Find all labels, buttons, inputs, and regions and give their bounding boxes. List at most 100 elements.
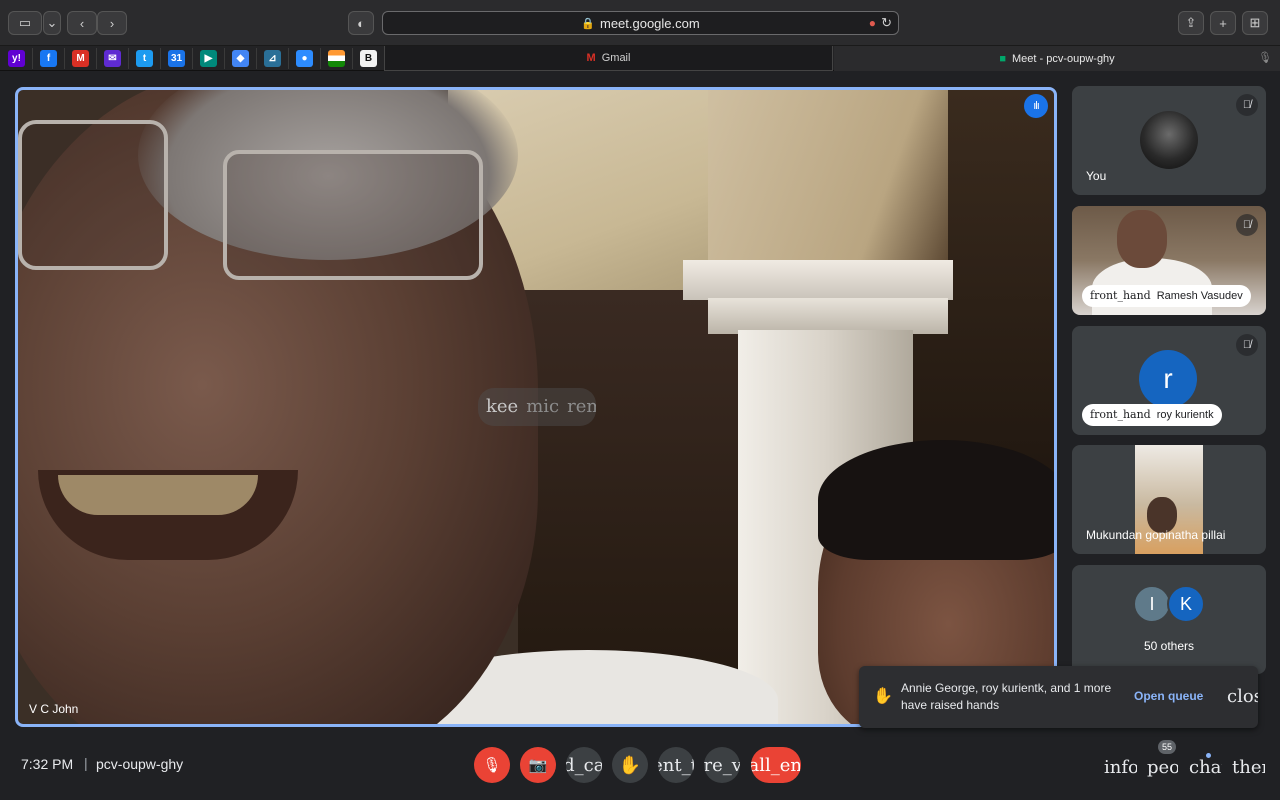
closed-caption-icon: closed_caption <box>566 754 602 776</box>
tab-gmail[interactable]: M Gmail <box>384 46 833 71</box>
tab-bar: y! f M ✉ t 31 ▶ ◆ ⊿ ● B M Gmail ■ Meet - pcv-oupw-… <box>0 46 1280 71</box>
avatar-initial: I <box>1149 593 1155 614</box>
divider <box>288 48 289 69</box>
divider <box>320 48 321 69</box>
facebook-icon[interactable]: f <box>40 50 57 67</box>
new-tab-button[interactable]: + <box>1210 11 1236 35</box>
speaker-name: V C John <box>29 702 79 716</box>
participant-tile-roy[interactable]: r 🎙̸ front_hand roy kurientk <box>1072 326 1266 435</box>
tab-label: Gmail <box>601 52 631 64</box>
privacy-shield-icon[interactable]: ◐ <box>348 11 374 35</box>
meet-icon[interactable]: ▶ <box>200 50 217 67</box>
b-icon[interactable]: B <box>360 50 377 67</box>
more-options-button[interactable]: more_vert <box>704 747 740 783</box>
more-vert-icon: more_vert <box>704 754 740 776</box>
twitter-icon[interactable]: t <box>136 50 153 67</box>
india-flag-icon[interactable] <box>328 50 345 67</box>
gmail-icon: M <box>586 52 596 64</box>
calendar-icon[interactable]: 31 <box>168 50 185 67</box>
maps-icon[interactable]: ◆ <box>232 50 249 67</box>
participant-name: You <box>1086 169 1107 183</box>
others-tile[interactable]: I K 50 others <box>1072 565 1266 674</box>
clock: 7:32 PM <box>21 756 74 772</box>
yahoo-icon[interactable]: y! <box>8 50 25 67</box>
participant-tile-ramesh[interactable]: 🎙̸ front_hand Ramesh Vasudev <box>1072 206 1266 315</box>
gmail-icon[interactable]: M <box>72 50 89 67</box>
divider <box>96 48 97 69</box>
camera-off-icon: 📷 <box>528 757 548 774</box>
hand-icon: ✋ <box>873 688 893 705</box>
lock-icon: 🔒 <box>581 17 595 30</box>
avatar: r <box>1139 350 1197 408</box>
participant-tile-mukundan[interactable]: Mukundan gopinatha pillai <box>1072 445 1266 554</box>
chart-icon[interactable]: ⊿ <box>264 50 281 67</box>
divider <box>352 48 353 69</box>
avatar-initial: K <box>1179 593 1192 614</box>
raise-hand-button[interactable]: ✋ <box>612 747 648 783</box>
video-person <box>818 440 1054 560</box>
caption-overlay: keemicrem <box>478 388 596 426</box>
captions-button[interactable]: closed_caption <box>566 747 602 783</box>
present-button[interactable]: present_to_all <box>658 747 694 783</box>
sidebar-toggle-icon[interactable]: ▭ <box>8 11 42 35</box>
end-call-button[interactable]: call_end <box>751 747 801 783</box>
caption-word: rem <box>567 396 596 417</box>
chat-button[interactable]: chat <box>1189 757 1222 778</box>
divider: | <box>84 755 88 771</box>
divider <box>224 48 225 69</box>
participant-name: roy kurientk <box>1156 409 1214 421</box>
present-icon: present_to_all <box>658 754 694 776</box>
tab-label: Meet - pcv-oupw-ghy <box>1011 52 1115 65</box>
close-button[interactable]: close <box>1227 686 1258 707</box>
hand-icon: front_hand <box>1090 408 1151 421</box>
url-text: meet.google.com <box>599 15 700 31</box>
tab-meet[interactable]: ■ Meet - pcv-oupw-ghy 🎙 <box>834 46 1280 71</box>
chevron-down-icon[interactable]: ⌄ <box>43 11 61 35</box>
share-icon[interactable]: ⇪ <box>1178 11 1204 35</box>
video-background <box>708 90 948 270</box>
forward-button[interactable]: › <box>97 11 127 35</box>
divider <box>128 48 129 69</box>
avatar: I <box>1133 585 1171 623</box>
call-end-icon: call_end <box>751 754 801 776</box>
others-count: 50 others <box>1143 639 1195 653</box>
yahoo-mail-icon[interactable]: ✉ <box>104 50 121 67</box>
divider <box>160 48 161 69</box>
caption-word: kee <box>486 396 519 417</box>
camera-off-button[interactable]: 📷 <box>520 747 556 783</box>
mic-icon[interactable]: 🎙 <box>1258 51 1272 64</box>
hand-icon: ✋ <box>618 754 642 775</box>
video-background <box>708 298 948 334</box>
notification-text: Annie George, roy kurientk, and 1 more h… <box>901 681 1112 712</box>
address-bar[interactable]: 🔒 meet.google.com ● ↻ <box>382 11 899 35</box>
participant-name: Mukundan gopinatha pillai <box>1086 528 1226 542</box>
main-speaker-tile[interactable]: keemicrem ılı V C John <box>15 87 1057 727</box>
divider <box>192 48 193 69</box>
open-queue-button[interactable]: Open queue <box>1134 689 1203 703</box>
mic-off-button[interactable]: 🎙 <box>474 747 510 783</box>
activities-icon: theme <box>1232 757 1265 778</box>
zoom-icon[interactable]: ● <box>296 50 313 67</box>
raised-hands-notification: ✋ Annie George, roy kurientk, and 1 more… <box>859 666 1258 728</box>
mic-recording-icon[interactable]: ● <box>869 16 876 30</box>
back-button[interactable]: ‹ <box>67 11 97 35</box>
info-button[interactable]: info <box>1104 757 1137 778</box>
mic-off-icon: 🎙̸ <box>1236 334 1258 356</box>
people-button[interactable]: people <box>1147 757 1178 778</box>
reload-icon[interactable]: ↻ <box>881 15 892 31</box>
meeting-controls-bar: 7:32 PM | pcv-oupw-ghy 🎙 📷 closed_captio… <box>0 740 1280 800</box>
mic-off-icon: 🎙̸ <box>1236 94 1258 116</box>
raised-hand-label: front_hand roy kurientk <box>1082 404 1222 426</box>
activities-button[interactable]: theme <box>1232 757 1265 778</box>
people-count-badge: 55 <box>1158 740 1176 754</box>
participant-tile-you[interactable]: 🎙̸ You <box>1072 86 1266 195</box>
avatar: K <box>1167 585 1205 623</box>
mic-off-icon: 🎙̸ <box>1236 214 1258 236</box>
video-person <box>18 120 168 270</box>
raised-hand-label: front_hand Ramesh Vasudev <box>1082 285 1251 307</box>
participant-video <box>1117 210 1167 268</box>
video-person <box>58 475 258 515</box>
participant-name: Ramesh Vasudev <box>1156 290 1243 302</box>
tab-overview-icon[interactable]: ⊞ <box>1242 11 1268 35</box>
info-icon: info <box>1104 757 1137 778</box>
